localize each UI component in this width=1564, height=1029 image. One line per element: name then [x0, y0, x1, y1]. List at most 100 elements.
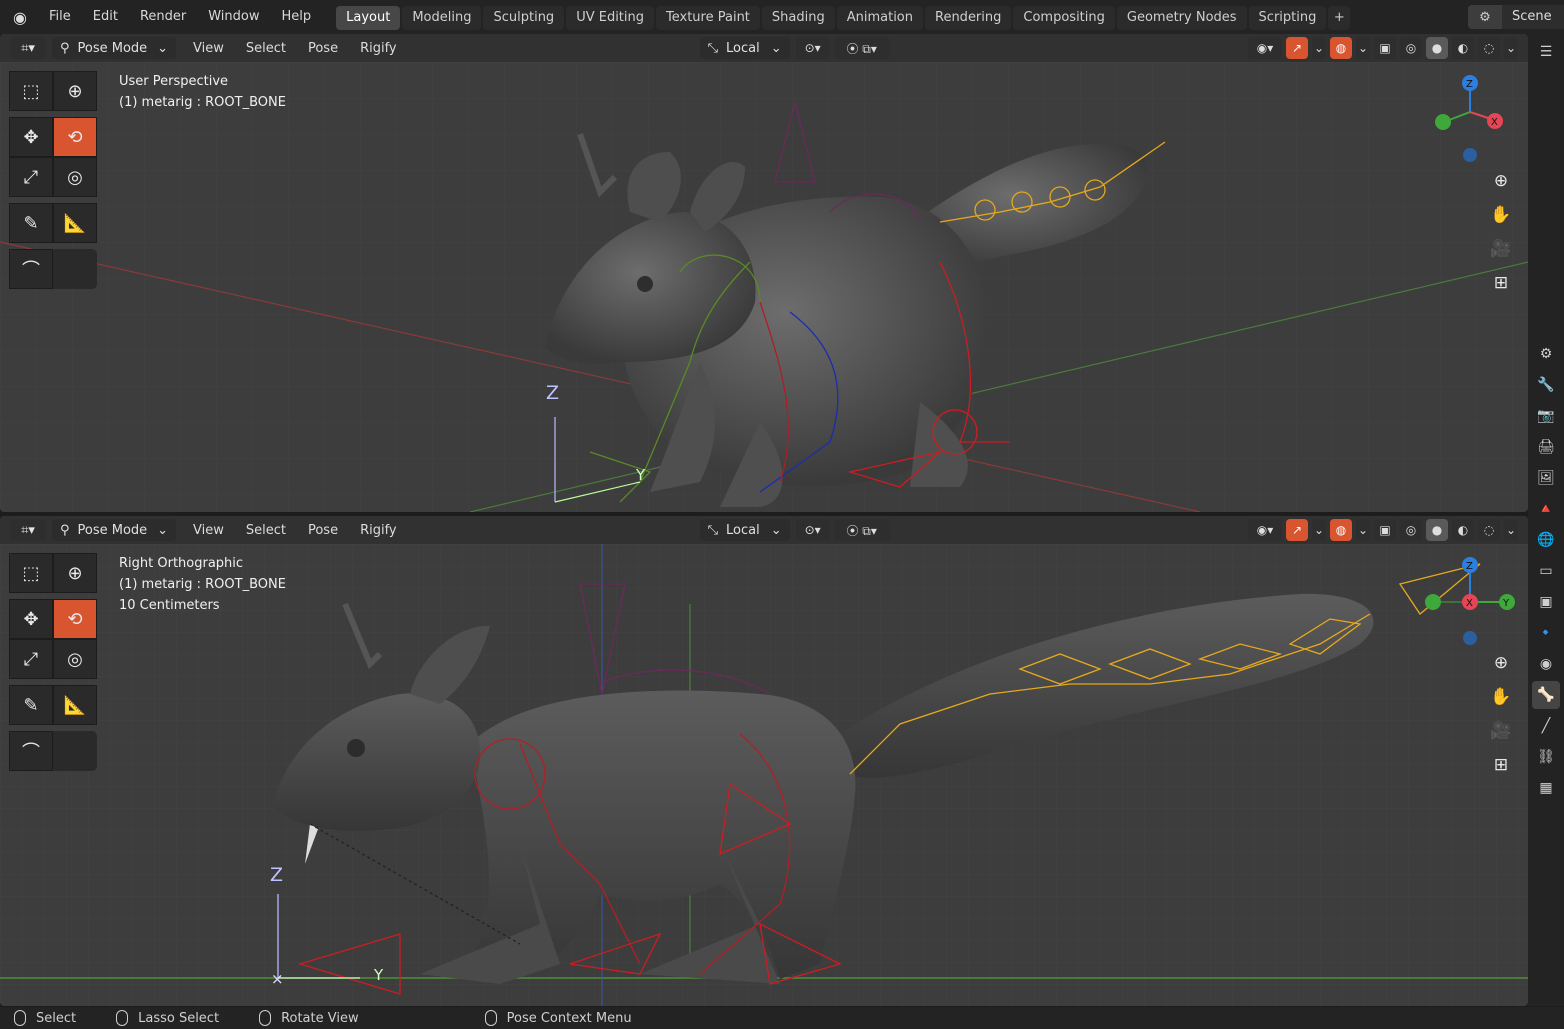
menu-rigify[interactable]: Rigify	[349, 523, 408, 538]
move-icon[interactable]: ✥	[9, 117, 53, 157]
render-icon[interactable]: 📷	[1532, 402, 1560, 430]
menu-select[interactable]: Select	[235, 523, 297, 538]
tab-texture-paint[interactable]: Texture Paint	[656, 6, 760, 30]
chevron-down-icon[interactable]: ⌄	[1312, 37, 1326, 59]
menu-file[interactable]: File	[38, 0, 82, 34]
editor-type-icon[interactable]: ⌗▾	[10, 37, 46, 59]
armature-data-icon[interactable]: 🦴	[1532, 681, 1560, 709]
output-icon[interactable]: 🖨	[1532, 433, 1560, 461]
menu-view[interactable]: View	[182, 523, 235, 538]
pivot-icon[interactable]: ⊙▾	[795, 37, 830, 59]
snap-icon[interactable]: ⦿ ⧉▾	[833, 519, 890, 541]
navigation-gizmo-bottom[interactable]: Z Y X	[1420, 554, 1520, 654]
rotate-icon[interactable]: ⟲	[53, 599, 97, 639]
physics-icon[interactable]: ◉	[1532, 650, 1560, 678]
xray-icon[interactable]: ▣	[1374, 37, 1396, 59]
tab-modeling[interactable]: Modeling	[402, 6, 482, 30]
axis-gizmo[interactable]: Z X	[1432, 74, 1506, 164]
transform-icon[interactable]: ◎	[53, 157, 97, 197]
outliner-icon[interactable]: ☰	[1532, 38, 1560, 66]
tab-animation[interactable]: Animation	[836, 6, 923, 30]
zoom-icon[interactable]: ⊕	[1486, 166, 1516, 196]
select-box-icon[interactable]: ⬚	[9, 553, 53, 593]
navigation-gizmo-top[interactable]: Z X	[1432, 74, 1506, 168]
mode-dropdown[interactable]: ⚲ Pose Mode ⌄	[52, 37, 176, 59]
visibility-icon[interactable]: ◉▾	[1248, 519, 1282, 541]
material-shading-icon[interactable]: ◐	[1452, 37, 1474, 59]
chevron-down-icon[interactable]: ⌄	[1504, 519, 1518, 541]
rendered-shading-icon[interactable]: ◌	[1478, 519, 1500, 541]
scene-selector[interactable]: ⚙ Scene	[1468, 4, 1564, 30]
collection-icon[interactable]: ▭	[1532, 557, 1560, 585]
menu-pose[interactable]: Pose	[297, 523, 349, 538]
select-box-icon[interactable]: ⬚	[9, 71, 53, 111]
transform-icon[interactable]: ◎	[53, 639, 97, 679]
viewport-bottom[interactable]: ⌗▾ ⚲ Pose Mode ⌄ View Select Pose Rigify ⤡…	[0, 516, 1528, 1006]
menu-render[interactable]: Render	[129, 0, 197, 34]
chevron-down-icon[interactable]: ⌄	[1356, 519, 1370, 541]
world-icon[interactable]: 🌐	[1532, 526, 1560, 554]
tool-settings-icon[interactable]: ⚙	[1532, 340, 1560, 368]
visibility-icon[interactable]: ◉▾	[1248, 37, 1282, 59]
scale-icon[interactable]: ⤢	[9, 157, 53, 197]
annotate-icon[interactable]: ✎	[9, 203, 53, 243]
scale-icon[interactable]: ⤢	[9, 639, 53, 679]
mode-dropdown[interactable]: ⚲ Pose Mode ⌄	[52, 519, 176, 541]
ortho-grid-icon[interactable]: ⊞	[1486, 750, 1516, 780]
menu-rigify[interactable]: Rigify	[349, 41, 408, 56]
relax-pose-icon[interactable]: ⌒	[9, 249, 53, 289]
camera-icon[interactable]: 🎥	[1486, 716, 1516, 746]
annotate-icon[interactable]: ✎	[9, 685, 53, 725]
tab-rendering[interactable]: Rendering	[925, 6, 1012, 30]
add-workspace-button[interactable]: +	[1328, 6, 1351, 30]
orientation-dropdown[interactable]: ⤡ Local ⌄	[699, 37, 790, 59]
menu-pose[interactable]: Pose	[297, 41, 349, 56]
bone-icon[interactable]: ╱	[1532, 712, 1560, 740]
texture-icon[interactable]: ▦	[1532, 774, 1560, 802]
material-shading-icon[interactable]: ◐	[1452, 519, 1474, 541]
menu-edit[interactable]: Edit	[82, 0, 129, 34]
tab-geometry-nodes[interactable]: Geometry Nodes	[1116, 6, 1247, 30]
cursor-icon[interactable]: ⊕	[53, 553, 97, 593]
menu-view[interactable]: View	[182, 41, 235, 56]
tab-scripting[interactable]: Scripting	[1248, 6, 1327, 30]
pivot-icon[interactable]: ⊙▾	[795, 519, 830, 541]
wireframe-shading-icon[interactable]: ◎	[1400, 37, 1422, 59]
tab-layout[interactable]: Layout	[336, 6, 401, 30]
pan-hand-icon[interactable]: ✋	[1486, 682, 1516, 712]
relax-pose-icon[interactable]: ⌒	[9, 731, 53, 771]
xray-icon[interactable]: ▣	[1374, 519, 1396, 541]
tool-icon[interactable]: 🔧	[1532, 371, 1560, 399]
editor-type-icon[interactable]: ⌗▾	[10, 519, 46, 541]
modifier-icon[interactable]: 🔹	[1532, 619, 1560, 647]
orientation-dropdown[interactable]: ⤡ Local ⌄	[699, 519, 790, 541]
viewport-top[interactable]: ⌗▾ ⚲ Pose Mode ⌄ View Select Pose Rigify ⤡…	[0, 34, 1528, 512]
chevron-down-icon[interactable]: ⌄	[1312, 519, 1326, 541]
solid-shading-icon[interactable]: ●	[1426, 37, 1448, 59]
perspective-grid-icon[interactable]: ⊞	[1486, 268, 1516, 298]
camera-icon[interactable]: 🎥	[1486, 234, 1516, 264]
solid-shading-icon[interactable]: ●	[1426, 519, 1448, 541]
measure-icon[interactable]: 📐	[53, 685, 97, 725]
menu-help[interactable]: Help	[271, 0, 323, 34]
tab-sculpting[interactable]: Sculpting	[483, 6, 565, 30]
axis-gizmo[interactable]: Z Y X	[1420, 554, 1520, 650]
rendered-shading-icon[interactable]: ◌	[1478, 37, 1500, 59]
chevron-down-icon[interactable]: ⌄	[1504, 37, 1518, 59]
menu-window[interactable]: Window	[197, 0, 270, 34]
overlay-icon[interactable]: ◍	[1330, 519, 1352, 541]
overlay-icon[interactable]: ◍	[1330, 37, 1352, 59]
rotate-icon[interactable]: ⟲	[53, 117, 97, 157]
object-icon[interactable]: ▣	[1532, 588, 1560, 616]
view-layer-icon[interactable]: 🖼	[1532, 464, 1560, 492]
tab-shading[interactable]: Shading	[761, 6, 835, 30]
gizmo-icon[interactable]: ↗	[1286, 519, 1308, 541]
pan-hand-icon[interactable]: ✋	[1486, 200, 1516, 230]
snap-icon[interactable]: ⦿ ⧉▾	[833, 37, 890, 59]
tab-uv-editing[interactable]: UV Editing	[566, 6, 655, 30]
gizmo-icon[interactable]: ↗	[1286, 37, 1308, 59]
zoom-icon[interactable]: ⊕	[1486, 648, 1516, 678]
blender-logo-icon[interactable]: ◉	[6, 0, 34, 34]
menu-select[interactable]: Select	[235, 41, 297, 56]
cursor-icon[interactable]: ⊕	[53, 71, 97, 111]
